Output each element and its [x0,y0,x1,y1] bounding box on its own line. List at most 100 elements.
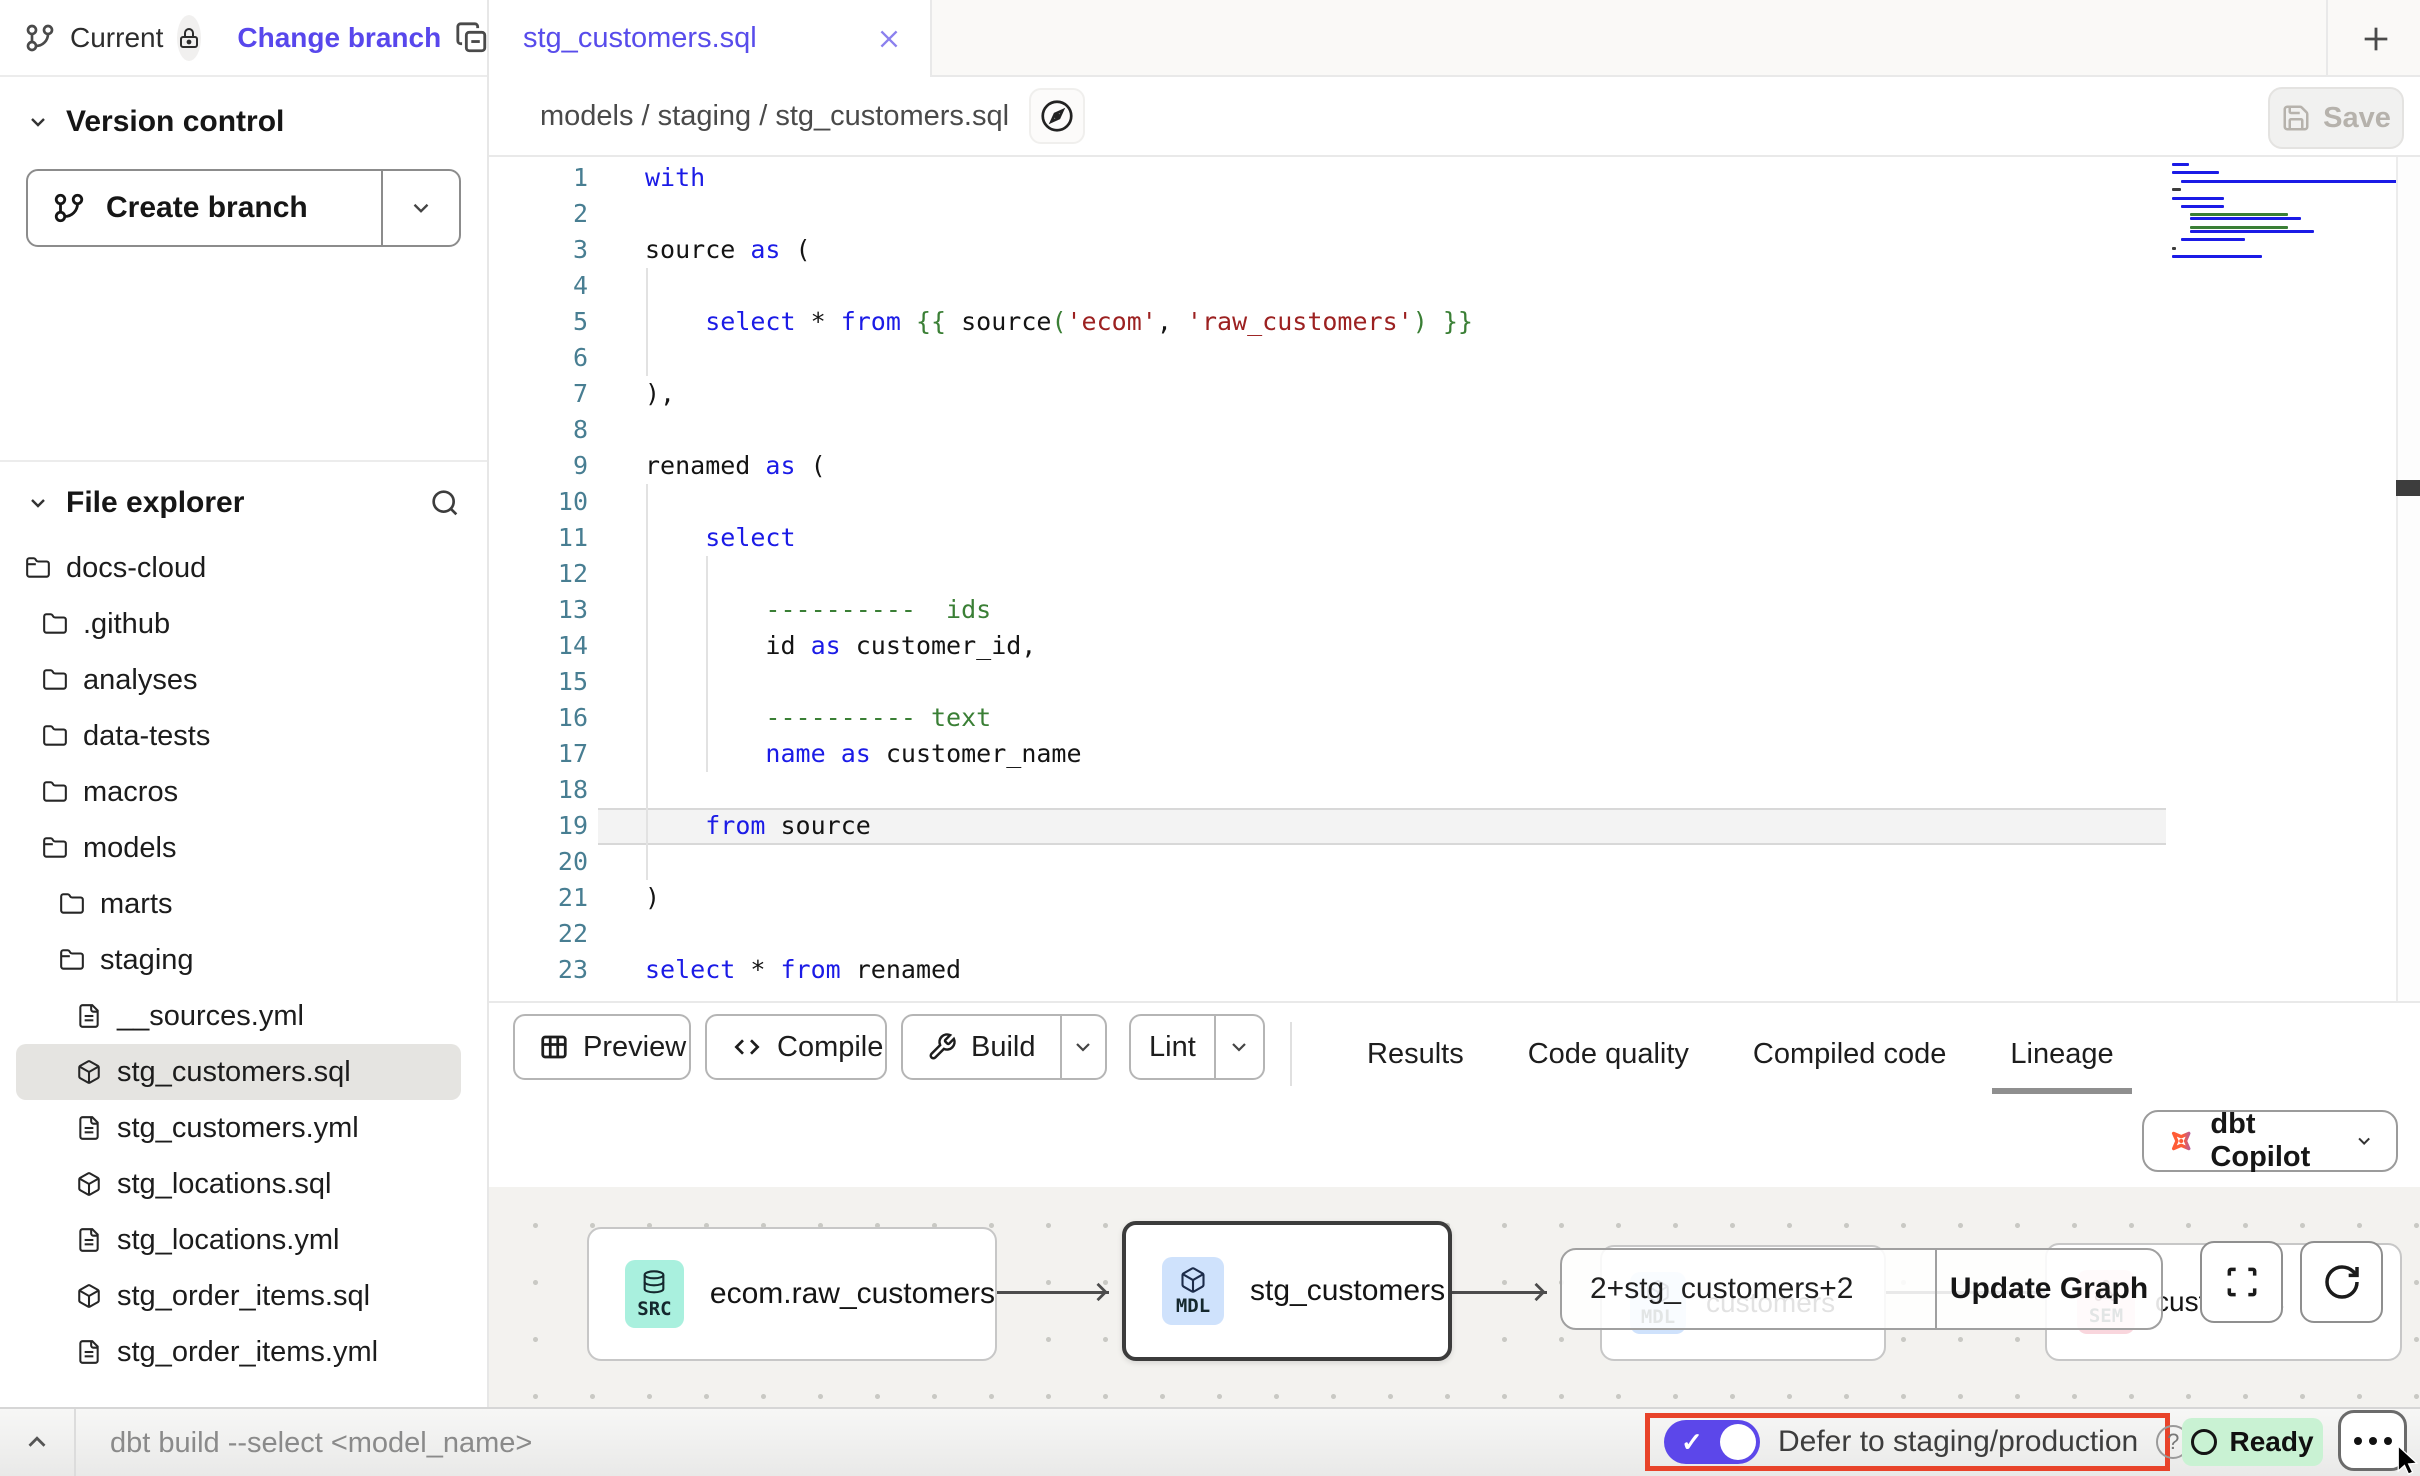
folder-icon [42,779,68,805]
code-line-20[interactable] [645,844,1473,880]
save-button[interactable]: Save [2268,87,2404,149]
code-line-23[interactable]: select * from renamed [645,952,1473,988]
tree-item-stg-order-items-yml[interactable]: stg_order_items.yml [16,1324,461,1380]
chevron-up-icon[interactable] [22,1427,52,1457]
tab-results[interactable]: Results [1335,1003,1496,1105]
editor-scrollbar[interactable] [2396,157,2420,1001]
preview-label: Preview [583,1031,686,1064]
copilot-label: dbt Copilot [2210,1108,2339,1174]
fullscreen-button[interactable] [2200,1241,2283,1323]
code-line-22[interactable] [645,916,1473,952]
lineage-canvas[interactable]: SRC ecom.raw_customers MDL stg_customers… [489,1187,2420,1407]
code-line-3[interactable]: source as ( [645,232,1473,268]
code-line-21[interactable]: ) [645,880,1473,916]
scrollbar-thumb[interactable] [2396,480,2420,496]
new-tab-button[interactable] [2351,14,2401,64]
database-icon [640,1269,668,1297]
code-line-1[interactable]: with [645,160,1473,196]
preview-button[interactable]: Preview [513,1014,691,1080]
folder-icon [42,667,68,693]
tree-item-label: __sources.yml [117,1000,304,1033]
compile-button[interactable]: Compile [705,1014,887,1080]
code-line-12[interactable] [645,556,1473,592]
defer-toggle[interactable]: ✓ [1664,1420,1760,1464]
tree-item-stg-locations-yml[interactable]: stg_locations.yml [16,1212,461,1268]
model-cube-icon [76,1171,102,1197]
code-content[interactable]: with source as ( select * from {{ source… [645,160,1473,988]
tree-item-marts[interactable]: marts [16,876,461,932]
code-line-19[interactable]: from source [645,808,1473,844]
defer-toggle-highlight: ✓ Defer to staging/production ? [1645,1413,2170,1471]
code-line-10[interactable] [645,484,1473,520]
copy-icon[interactable] [455,21,489,55]
build-button[interactable]: Build [901,1014,1107,1080]
lineage-node-stg-customers[interactable]: MDL stg_customers [1122,1221,1452,1361]
tree-item-data-tests[interactable]: data-tests [16,708,461,764]
code-line-17[interactable]: name as customer_name [645,736,1473,772]
lint-button[interactable]: Lint [1129,1014,1265,1080]
status-circle-icon [2191,1429,2217,1455]
current-branch-label: Current [70,22,163,54]
tab-stg-customers[interactable]: stg_customers.sql [489,0,932,77]
search-icon[interactable] [429,487,461,519]
update-graph-button[interactable]: Update Graph [1935,1250,2161,1328]
code-line-13[interactable]: ---------- ids [645,592,1473,628]
tree-item-macros[interactable]: macros [16,764,461,820]
code-line-11[interactable]: select [645,520,1473,556]
ready-label: Ready [2229,1426,2313,1458]
tree-item--sources-yml[interactable]: __sources.yml [16,988,461,1044]
code-line-9[interactable]: renamed as ( [645,448,1473,484]
version-control-header[interactable]: Version control [0,77,487,147]
tree-item-stg-order-items-sql[interactable]: stg_order_items.sql [16,1268,461,1324]
dbt-copilot-button[interactable]: dbt Copilot [2142,1110,2398,1172]
code-line-5[interactable]: select * from {{ source('ecom', 'raw_cus… [645,304,1473,340]
tree-item-stg-customers-yml[interactable]: stg_customers.yml [16,1100,461,1156]
folder-icon [42,723,68,749]
code-line-4[interactable] [645,268,1473,304]
code-line-18[interactable] [645,772,1473,808]
create-branch-button[interactable]: Create branch [26,169,461,247]
tab-compiled-code[interactable]: Compiled code [1721,1003,1978,1105]
code-line-15[interactable] [645,664,1473,700]
close-icon[interactable] [876,26,902,52]
refresh-button[interactable] [2300,1241,2383,1323]
code-line-8[interactable] [645,412,1473,448]
chevron-down-icon [408,195,434,221]
tree-item-models[interactable]: models [16,820,461,876]
code-line-14[interactable]: id as customer_id, [645,628,1473,664]
build-dropdown[interactable] [1060,1016,1106,1078]
tree-item-label: stg_order_items.sql [117,1280,370,1313]
tree-item-docs-cloud[interactable]: docs-cloud [16,540,461,596]
code-editor[interactable]: 1234567891011121314151617181920212223 wi… [489,157,2420,1003]
lineage-selector-input[interactable]: 2+stg_customers+2 [1562,1250,1935,1328]
code-line-7[interactable]: ), [645,376,1473,412]
tree-item-stg-locations-sql[interactable]: stg_locations.sql [16,1156,461,1212]
tab-code-quality[interactable]: Code quality [1496,1003,1721,1105]
create-branch-dropdown[interactable] [381,171,459,245]
code-line-2[interactable] [645,196,1473,232]
file-explorer-header[interactable]: File explorer [0,462,487,530]
tree-item-analyses[interactable]: analyses [16,652,461,708]
command-input[interactable]: dbt build --select <model_name> [110,1409,532,1476]
lineage-node-source[interactable]: SRC ecom.raw_customers [587,1227,997,1361]
copilot-compass-button[interactable] [1029,88,1085,144]
code-line-6[interactable] [645,340,1473,376]
save-label: Save [2323,102,2391,135]
tree-item-staging[interactable]: staging [16,932,461,988]
change-branch-link[interactable]: Change branch [237,22,441,54]
tree-item-stg-customers-sql[interactable]: stg_customers.sql [16,1044,461,1100]
tree-item--github[interactable]: .github [16,596,461,652]
branch-bar: Current Change branch [0,0,487,77]
refresh-icon [2322,1262,2362,1302]
lint-dropdown[interactable] [1214,1016,1263,1078]
tab-label: stg_customers.sql [523,22,757,55]
save-icon [2281,103,2311,133]
tab-lineage[interactable]: Lineage [1978,1003,2145,1105]
code-line-16[interactable]: ---------- text [645,700,1473,736]
statusbar-divider [74,1409,76,1476]
ellipsis-icon [2354,1437,2362,1445]
node-label: stg_customers [1250,1274,1445,1308]
tree-item-label: models [83,832,177,865]
minimap[interactable] [2172,163,2400,273]
version-control-title: Version control [66,105,284,139]
